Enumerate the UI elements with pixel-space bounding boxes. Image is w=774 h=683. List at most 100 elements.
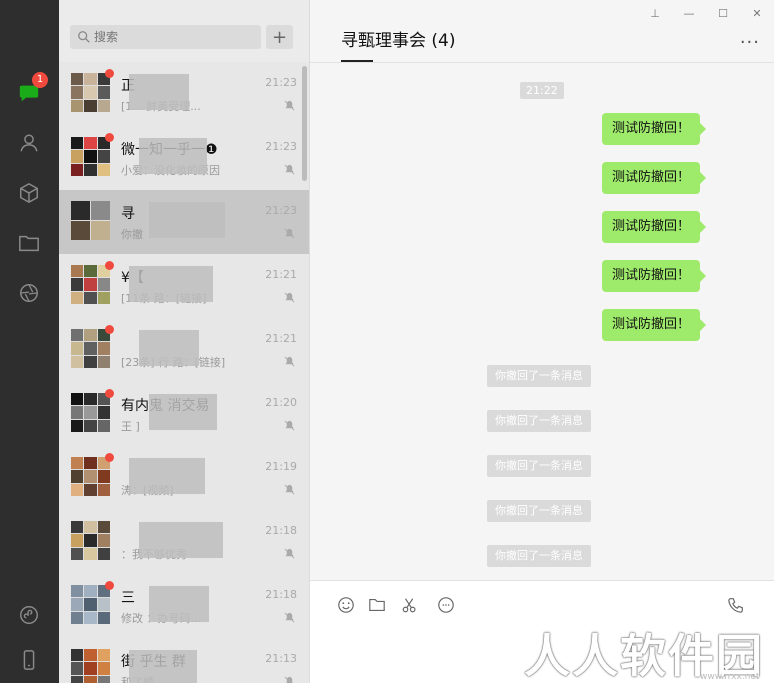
group-avatar — [71, 329, 110, 368]
recall-notice: 你撤回了一条消息 — [487, 500, 591, 522]
group-avatar — [71, 201, 110, 240]
redaction-mosaic — [149, 394, 217, 430]
pin-button[interactable]: ⊥ — [638, 0, 672, 26]
nav-mini-programs[interactable] — [14, 600, 44, 630]
search-input[interactable] — [94, 25, 254, 49]
watermark-url: www.rrxx.net — [700, 672, 760, 682]
header-divider — [310, 62, 774, 63]
recall-notice: 你撤回了一条消息 — [487, 545, 591, 567]
chat-time: 21:18 — [265, 588, 297, 601]
search-icon — [78, 31, 90, 43]
message-bubble[interactable]: 测试防撤回！ — [601, 260, 707, 292]
chat-list-item[interactable]: 三21:18修改 ：办号码... — [59, 574, 309, 638]
redaction-mosaic — [149, 586, 209, 622]
chat-list-item[interactable]: 21:18：我不够优秀 — [59, 510, 309, 574]
redaction-mosaic — [129, 458, 205, 494]
mute-bell-icon — [284, 356, 295, 367]
mini-program-icon — [20, 606, 38, 624]
chat-list-item[interactable]: 21:19涛：[视频] — [59, 446, 309, 510]
chat-time: 21:21 — [265, 268, 297, 281]
message-icon — [438, 597, 454, 613]
group-avatar — [71, 585, 110, 624]
nav-files[interactable] — [14, 228, 44, 258]
unread-dot — [105, 389, 114, 398]
cube-icon — [20, 182, 38, 204]
nav-contacts[interactable] — [14, 128, 44, 158]
recall-notice: 你撤回了一条消息 — [487, 365, 591, 387]
emoji-icon — [338, 597, 354, 613]
send-file-button[interactable] — [367, 595, 387, 615]
scissors-icon — [402, 598, 416, 613]
unread-dot — [105, 581, 114, 590]
redaction-mosaic — [149, 202, 225, 238]
chat-time: 21:13 — [265, 652, 297, 665]
group-avatar — [71, 137, 110, 176]
emoji-button[interactable] — [336, 595, 356, 615]
mute-bell-icon — [284, 100, 295, 111]
mute-bell-icon — [284, 292, 295, 303]
group-avatar — [71, 457, 110, 496]
nav-sidebar: 1 — [0, 0, 59, 683]
maximize-button[interactable]: ☐ — [706, 0, 740, 26]
nav-moments[interactable] — [14, 278, 44, 308]
unread-dot — [105, 69, 114, 78]
mute-bell-icon — [284, 420, 295, 431]
mute-bell-icon — [284, 484, 295, 495]
chat-list-item[interactable]: 寻 21:23 你撤 — [59, 190, 309, 254]
chat-list-item[interactable]: 正21:23[1... 鲜美受理... — [59, 62, 309, 126]
chat-time: 21:23 — [265, 140, 297, 153]
group-avatar — [71, 265, 110, 304]
screenshot-button[interactable] — [400, 595, 420, 615]
chat-time: 21:20 — [265, 396, 297, 409]
search-row: + — [59, 0, 309, 62]
search-box[interactable] — [70, 25, 261, 49]
chat-time: 21:18 — [265, 524, 297, 537]
recall-notice: 你撤回了一条消息 — [487, 410, 591, 432]
mute-bell-icon — [284, 612, 295, 623]
redaction-mosaic — [129, 266, 213, 302]
chat-history-button[interactable] — [436, 595, 456, 615]
chat-time: 21:21 — [265, 332, 297, 345]
redaction-mosaic — [129, 74, 189, 110]
nav-favorites[interactable] — [14, 178, 44, 208]
recall-notice: 你撤回了一条消息 — [487, 455, 591, 477]
close-button[interactable]: ✕ — [740, 0, 774, 26]
group-avatar — [71, 649, 110, 683]
nav-chats[interactable]: 1 — [14, 72, 48, 108]
chat-time: 21:19 — [265, 460, 297, 473]
redaction-mosaic — [129, 650, 197, 683]
message-bubble[interactable]: 测试防撤回！ — [601, 309, 707, 341]
mute-bell-icon — [284, 164, 295, 175]
redaction-mosaic — [139, 138, 207, 174]
message-bubble[interactable]: 测试防撤回！ — [601, 211, 707, 243]
chat-list-item[interactable]: 有内鬼 消交易21:20王 ] — [59, 382, 309, 446]
voice-call-button[interactable] — [726, 595, 746, 615]
unread-dot — [105, 261, 114, 270]
group-avatar — [71, 521, 110, 560]
mute-bell-icon — [284, 676, 293, 683]
message-timestamp: 21:22 — [520, 82, 564, 99]
add-chat-button[interactable]: + — [266, 25, 293, 49]
chat-list-item[interactable]: 微一知一乎一❶21:23小爱：没化妆的原因 — [59, 126, 309, 190]
mute-bell-icon — [284, 548, 295, 559]
window-controls: ⊥ — ☐ ✕ — [638, 0, 774, 26]
message-bubble[interactable]: 测试防撤回！ — [601, 113, 707, 145]
group-avatar — [71, 73, 110, 112]
redaction-mosaic — [139, 522, 223, 558]
chat-window: ⊥ — ☐ ✕ 寻甄理事会 (4) ··· 21:22 测试防撤回！ 测试防撤回… — [309, 0, 774, 683]
group-avatar — [71, 393, 110, 432]
chat-list-scrollbar[interactable] — [302, 66, 307, 181]
wechat-window: 1 + 正21:23[1... 鲜美受理...微一知一乎一❶ — [0, 0, 774, 683]
chat-list-item[interactable]: 街 乎生 群21:13和了婚 — [59, 638, 309, 683]
redaction-mosaic — [139, 330, 199, 366]
chat-list-item[interactable]: ¥【21:21[11条 路：[链接] — [59, 254, 309, 318]
chat-time: 21:23 — [265, 204, 297, 217]
message-bubble[interactable]: 测试防撤回！ — [601, 162, 707, 194]
folder-icon — [369, 599, 385, 611]
chat-list-panel: + 正21:23[1... 鲜美受理...微一知一乎一❶21:23小爱：没化妆的… — [59, 0, 309, 683]
more-options-button[interactable]: ··· — [740, 32, 760, 53]
minimize-button[interactable]: — — [672, 0, 706, 26]
nav-phone[interactable] — [14, 645, 44, 675]
chat-list-item[interactable]: 21:21[23条] 行 路：[链接] — [59, 318, 309, 382]
unread-dot — [105, 133, 114, 142]
